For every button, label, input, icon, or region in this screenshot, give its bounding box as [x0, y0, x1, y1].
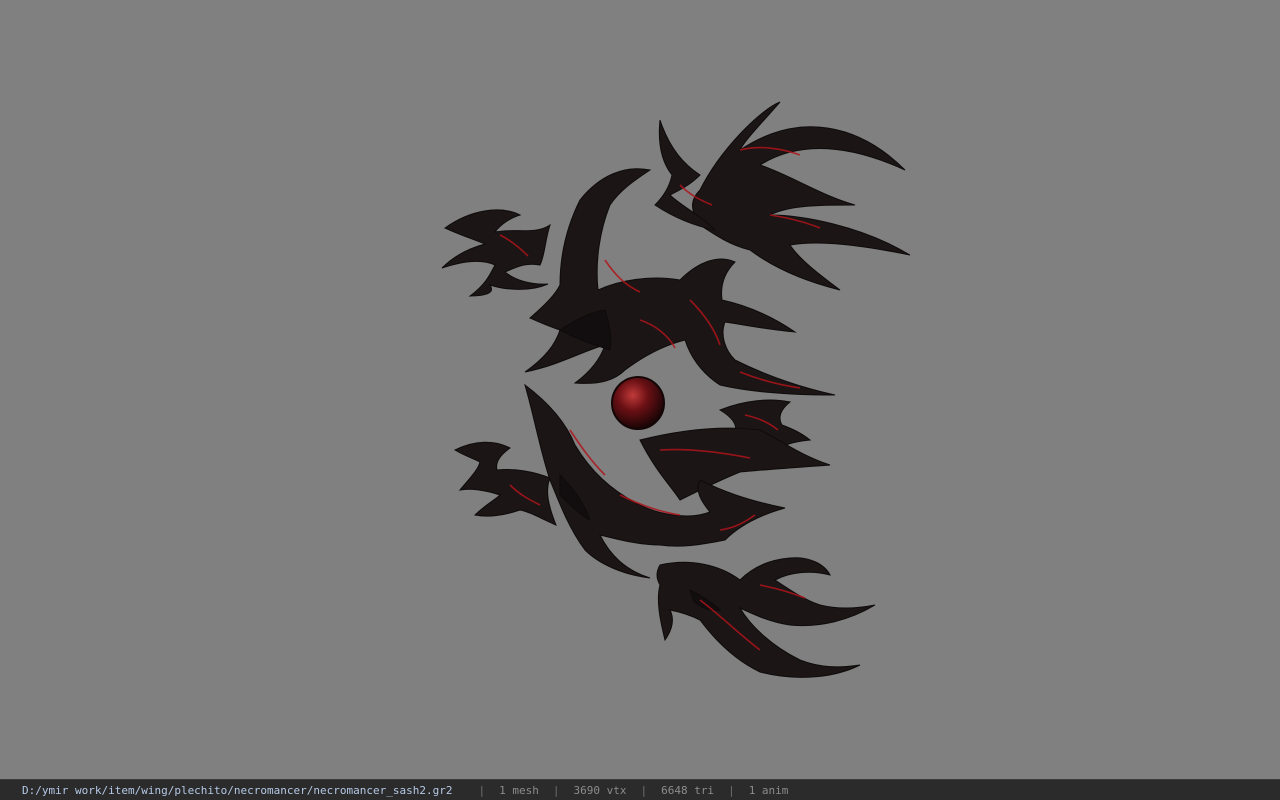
- anim-count: 1 anim: [748, 783, 789, 797]
- status-bar: D:/ymir work/item/wing/plechito/necroman…: [0, 779, 1280, 800]
- triangle-count: 6648 tri: [661, 783, 715, 797]
- separator: |: [640, 783, 648, 797]
- file-path: D:/ymir work/item/wing/plechito/necroman…: [22, 783, 453, 797]
- sash-wing-shapes: [441, 101, 911, 678]
- 3d-viewport[interactable]: [0, 0, 1280, 779]
- separator: |: [478, 783, 486, 797]
- mesh-count: 1 mesh: [499, 783, 539, 797]
- center-orb-gem: [611, 376, 665, 430]
- necromancer-sash-model: [441, 101, 911, 678]
- vertex-count: 3690 vtx: [573, 783, 627, 797]
- separator: |: [728, 783, 735, 797]
- separator: |: [552, 783, 560, 797]
